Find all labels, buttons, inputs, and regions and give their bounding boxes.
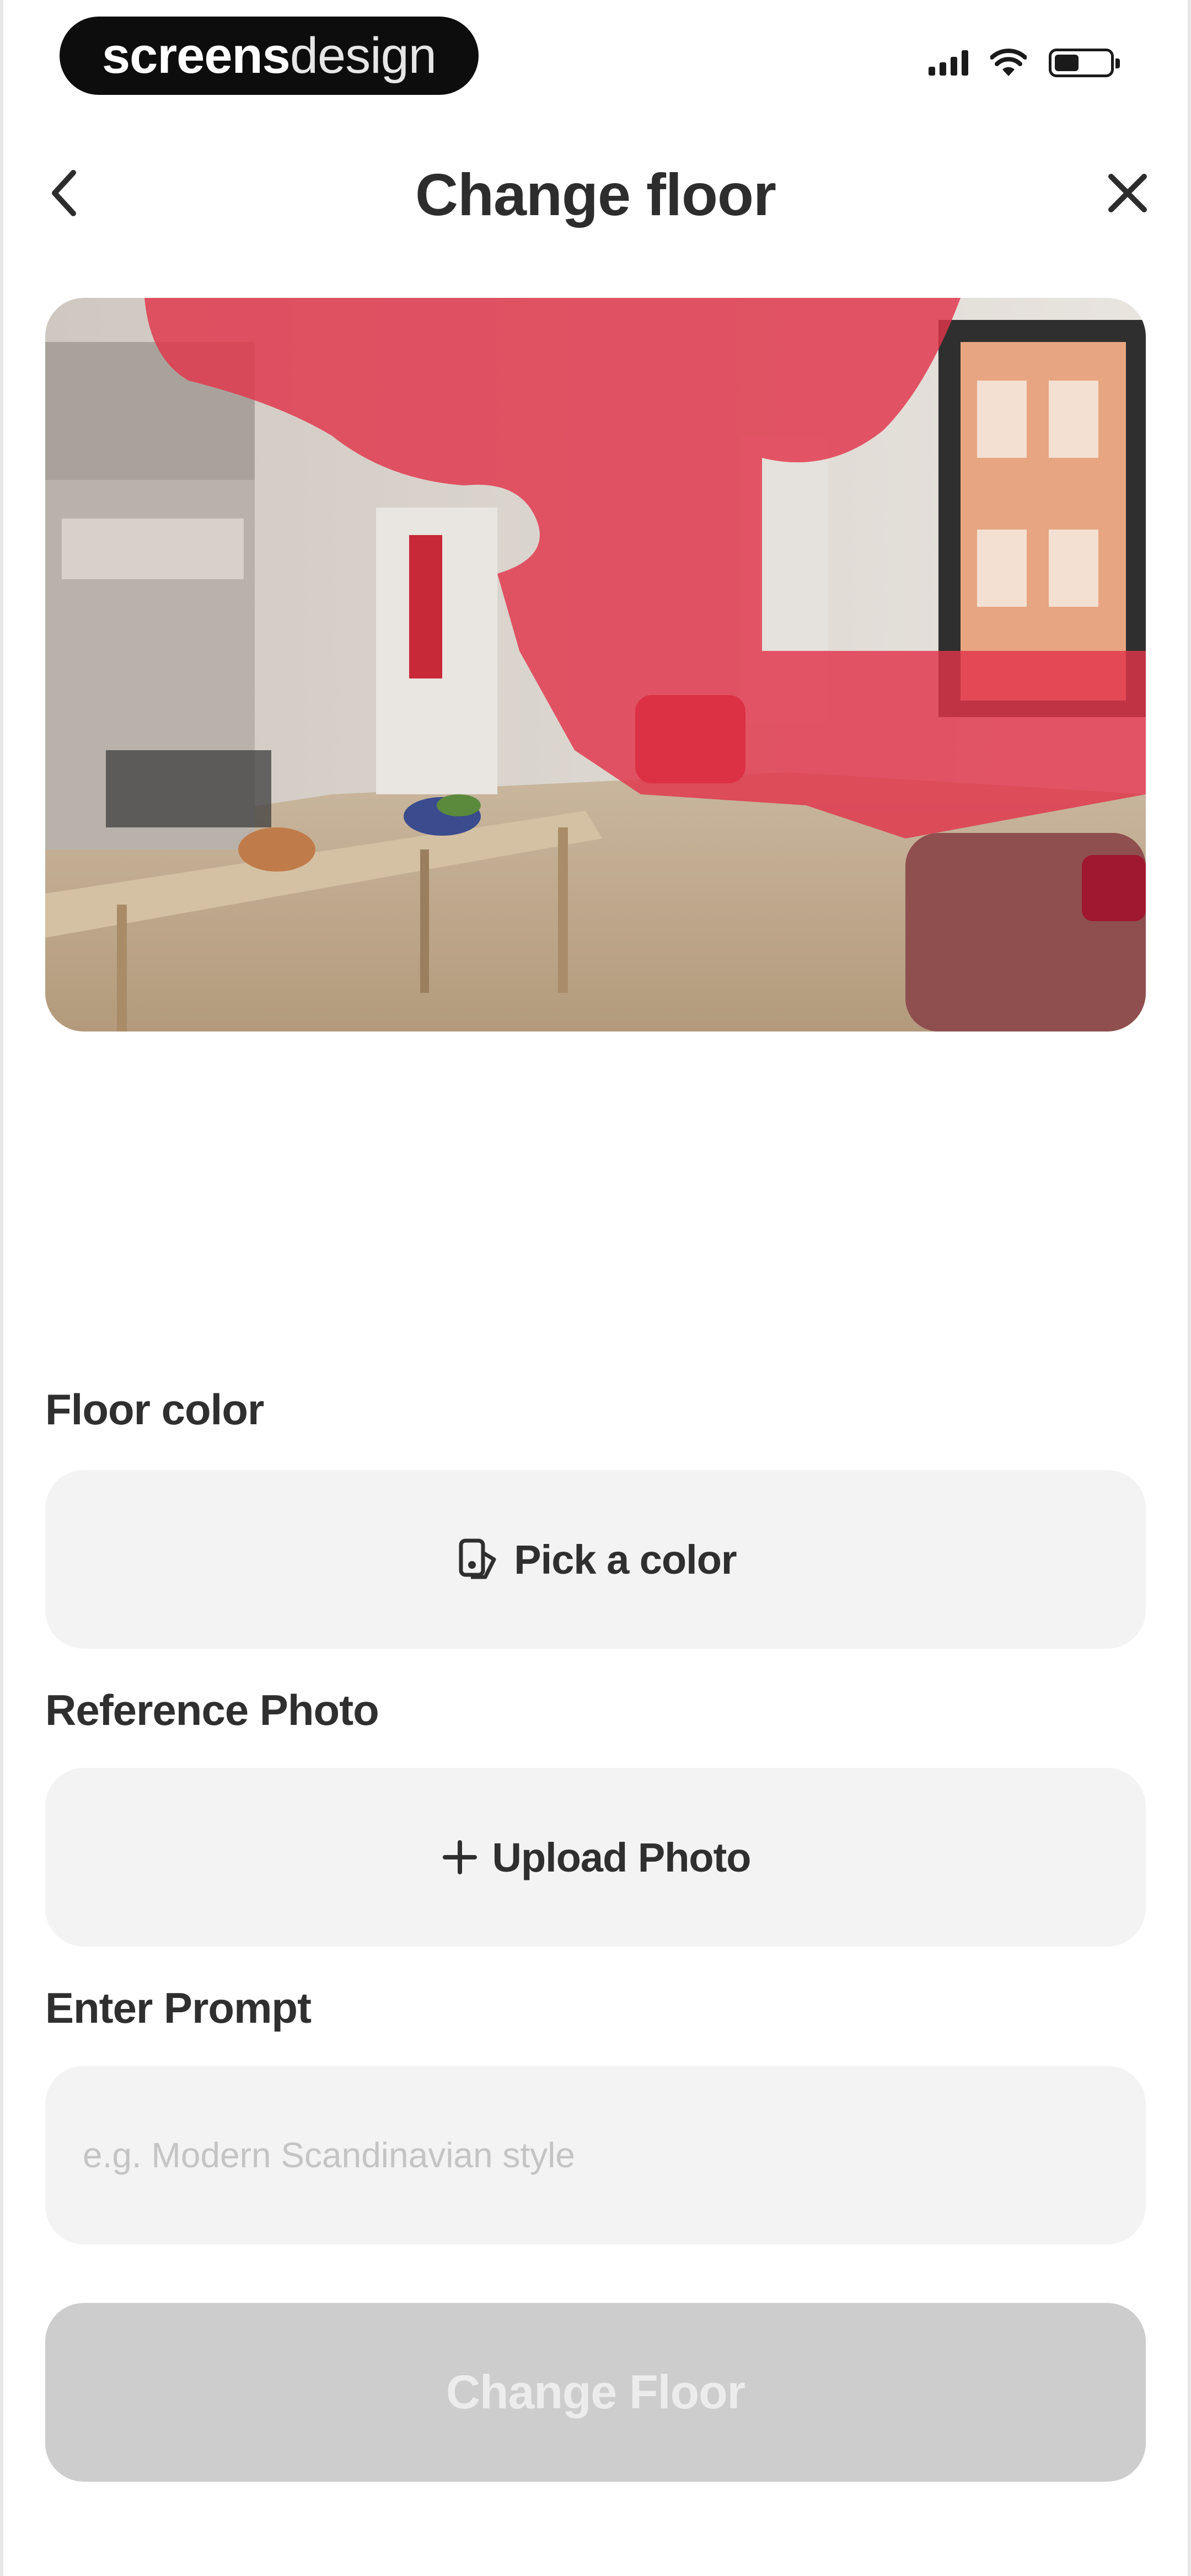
pick-color-label: Pick a color — [514, 1536, 737, 1583]
header: Change floor — [0, 132, 1191, 254]
screensdesign-badge: screens design — [60, 17, 479, 95]
close-icon — [1108, 174, 1147, 212]
change-floor-button[interactable]: Change Floor — [45, 2303, 1146, 2482]
plus-icon — [442, 1840, 477, 1874]
palette-icon — [459, 1538, 496, 1579]
pick-color-button[interactable]: Pick a color — [45, 1470, 1146, 1649]
enter-prompt-label: Enter Prompt — [45, 1984, 312, 2032]
status-icons — [929, 49, 1120, 77]
page-title: Change floor — [415, 161, 776, 228]
status-bar: screens design — [0, 0, 1191, 121]
prompt-field[interactable] — [45, 2066, 1146, 2244]
battery-fill — [1055, 55, 1079, 71]
reference-photo-label: Reference Photo — [45, 1686, 379, 1734]
floor-color-label: Floor color — [45, 1385, 264, 1434]
prompt-input[interactable] — [82, 2134, 1146, 2176]
upload-photo-label: Upload Photo — [492, 1834, 752, 1880]
badge-text-screens: screens — [102, 27, 291, 84]
room-photo[interactable] — [45, 298, 1146, 1032]
battery-icon — [1049, 49, 1120, 77]
badge-text-design: design — [289, 27, 437, 84]
upload-photo-button[interactable]: Upload Photo — [45, 1768, 1146, 1947]
room-photo-with-mask — [45, 298, 1146, 1032]
cellular-signal-icon — [929, 50, 968, 76]
close-button[interactable] — [1097, 163, 1158, 223]
wifi-icon — [990, 49, 1027, 76]
